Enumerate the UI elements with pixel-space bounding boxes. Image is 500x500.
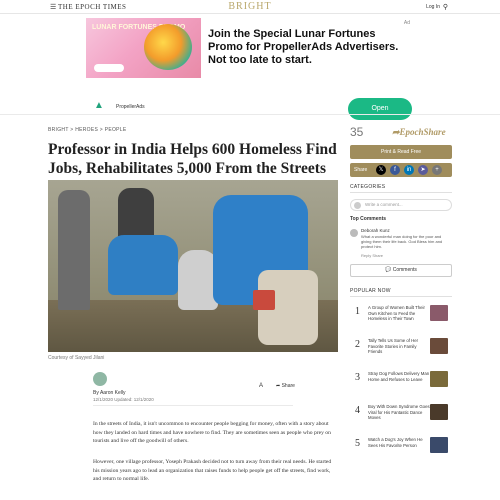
popular-item[interactable]: 3 Stray Dog Follows Delivery Man Home an…: [350, 369, 452, 399]
epochshare-logo[interactable]: ➦EpochShare: [392, 127, 446, 138]
breadcrumb[interactable]: BRIGHT > HEROES > PEOPLE: [48, 127, 127, 133]
comment-input[interactable]: Write a comment...: [350, 199, 452, 211]
more-share-icon[interactable]: +: [432, 165, 442, 175]
article-title: Professor in India Helps 600 Homeless Fi…: [48, 141, 337, 177]
photo-person: [178, 250, 218, 310]
popular-thumbnail[interactable]: [430, 305, 448, 321]
popular-thumbnail[interactable]: [430, 437, 448, 453]
top-comments-label: Top Comments: [350, 216, 387, 222]
share-button[interactable]: ➦ Share: [276, 383, 295, 389]
popular-title[interactable]: Watch a Dog's Joy When He Sees His Favor…: [368, 437, 430, 448]
dragon-illustration: [144, 24, 192, 70]
popular-item[interactable]: 1 A Group of Women Built Their Own Kitch…: [350, 303, 452, 333]
popular-title[interactable]: Stray Dog Follows Delivery Man Home and …: [368, 371, 430, 382]
photo-bucket: [253, 290, 275, 310]
user-avatar: [354, 202, 361, 209]
popular-thumbnail[interactable]: [430, 338, 448, 354]
comment-actions[interactable]: Reply Share: [361, 253, 383, 258]
commenter-avatar: [350, 229, 358, 237]
photo-person: [58, 190, 90, 310]
comments-button-label: Comments: [392, 267, 417, 273]
advertiser-name: PropellerAds: [116, 104, 145, 110]
popular-rank: 3: [355, 372, 360, 383]
article-photo: [48, 180, 338, 352]
login-link[interactable]: Log In: [426, 4, 440, 10]
telegram-icon[interactable]: ➤: [418, 165, 428, 175]
popular-item[interactable]: 2 Tally Tells Us Some of Her Favorite St…: [350, 336, 452, 366]
share-bar: Share 𝕏 f in ➤ +: [350, 163, 452, 177]
popular-title[interactable]: A Group of Women Built Their Own Kitchen…: [368, 305, 430, 322]
ad-info-label[interactable]: Ad: [404, 20, 410, 26]
popular-item[interactable]: 4 Boy With Down Syndrome Goes Viral for …: [350, 402, 452, 432]
advertisement[interactable]: LUNAR FORTUNES PROMO Join the Special Lu…: [86, 18, 416, 120]
article-paragraph: In the streets of India, it isn't uncomm…: [93, 421, 331, 445]
comment-placeholder: Write a comment...: [365, 202, 403, 207]
linkedin-icon[interactable]: in: [404, 165, 414, 175]
share-bar-label: Share: [354, 167, 368, 173]
author-avatar[interactable]: [93, 372, 107, 386]
popular-now-label: POPULAR NOW: [350, 288, 391, 294]
publish-date: 12/1/2020 Updated: 12/1/2020: [93, 397, 154, 402]
comments-divider: [350, 192, 452, 193]
author-name[interactable]: By Aaron Kelly: [93, 390, 126, 396]
share-label: Share: [281, 383, 295, 389]
popular-title[interactable]: Tally Tells Us Some of Her Favorite Stor…: [368, 338, 430, 355]
article-paragraph: However, one village professor, Yoseph P…: [93, 459, 332, 483]
popular-rank: 5: [355, 438, 360, 449]
comment-text: What a wonderful man doing for the poor …: [361, 234, 443, 249]
ad-headline[interactable]: Join the Special Lunar Fortunes Promo fo…: [208, 28, 413, 67]
bright-logo[interactable]: BRIGHT: [0, 1, 500, 12]
popular-rank: 1: [355, 306, 360, 317]
popular-item[interactable]: 5 Watch a Dog's Joy When He Sees His Fav…: [350, 435, 452, 465]
photo-caption: Courtesy of Sayyed Jilani: [48, 355, 105, 361]
share-count: 35: [350, 125, 364, 139]
author-divider: [93, 405, 293, 406]
ad-image[interactable]: LUNAR FORTUNES PROMO: [86, 18, 201, 78]
ad-divider: [0, 114, 500, 115]
x-icon[interactable]: 𝕏: [376, 165, 386, 175]
popular-thumbnail[interactable]: [430, 371, 448, 387]
font-size-button[interactable]: A: [259, 383, 263, 389]
popular-thumbnail[interactable]: [430, 404, 448, 420]
advertiser-logo-icon: ▲: [94, 100, 104, 111]
search-icon[interactable]: ⚲: [443, 3, 448, 11]
top-bar: ☰ THE EPOCH TIMES BRIGHT Log In ⚲: [0, 0, 500, 14]
commenter-name: Deborah Kunz: [361, 228, 390, 233]
comments-section-label: CATEGORIES: [350, 184, 386, 190]
print-read-button[interactable]: Print & Read Free: [350, 145, 452, 159]
facebook-icon[interactable]: f: [390, 165, 400, 175]
photo-person: [108, 235, 178, 295]
comments-button[interactable]: 💬 Comments: [350, 264, 452, 277]
popular-rank: 2: [355, 339, 360, 350]
ad-open-button[interactable]: Open: [348, 98, 412, 120]
ad-image-pill: [94, 64, 124, 72]
popular-rank: 4: [355, 405, 360, 416]
popular-divider: [350, 296, 452, 297]
popular-title[interactable]: Boy With Down Syndrome Goes Viral for Hi…: [368, 404, 430, 421]
epochshare-label: EpochShare: [399, 127, 446, 137]
